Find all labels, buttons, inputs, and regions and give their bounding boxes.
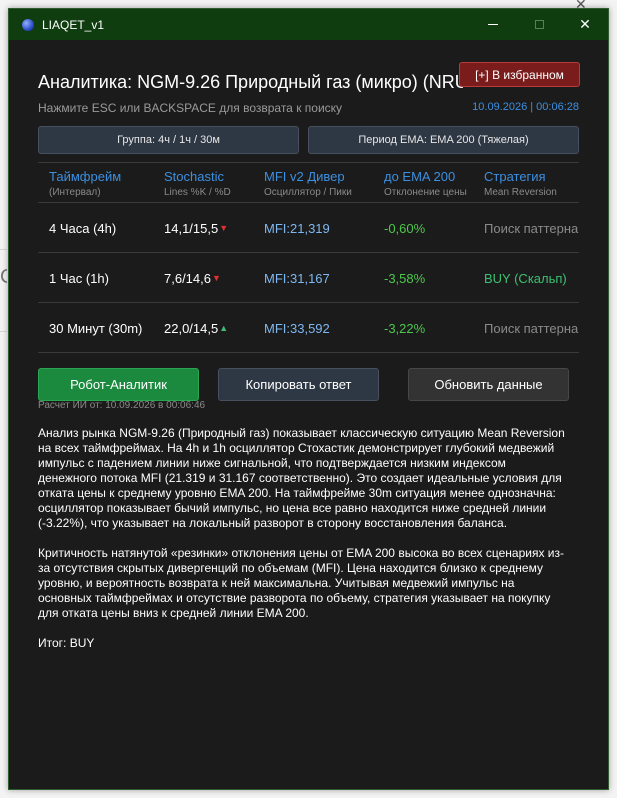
stochastic-value: 14,1/15,5 — [164, 220, 219, 236]
column-title: Стратегия — [484, 169, 546, 184]
column-header-ema-deviation: до EMA 200 Отклонение цены — [384, 169, 480, 198]
table-row: 4 Часа (4h) 14,1/15,5 ▼ MFI:21,319 -0,60%… — [38, 203, 579, 253]
ema-deviation-cell: -3,22% — [384, 320, 426, 336]
title-bar[interactable]: LIAQET_v1 ✕ — [9, 9, 608, 40]
column-title: Таймфрейм — [49, 169, 122, 184]
table-row: 1 Час (1h) 7,6/14,6 ▼ MFI:31,167 -3,58% B… — [38, 253, 579, 303]
group-selector-button[interactable]: Группа: 4ч / 1ч / 30м — [38, 126, 299, 154]
ai-calculation-time: Расчет ИИ от: 10.09.2026 в 00:06:46 — [38, 400, 206, 411]
ema-deviation-cell: -3,58% — [384, 270, 426, 286]
arrow-up-icon: ▲ — [219, 323, 229, 333]
strategy-cell: Поиск паттерна — [484, 320, 579, 336]
mfi-cell: MFI:31,167 — [264, 270, 330, 286]
app-window: LIAQET_v1 ✕ Аналитика: NGM-9.26 Природны… — [8, 8, 609, 790]
analysis-paragraph: Критичность натянутой «резинки» отклонен… — [38, 546, 565, 620]
column-header-timeframe: Таймфрейм (Интервал) — [49, 169, 161, 198]
navigation-hint: Нажмите ESC или BACKSPACE для возврата к… — [38, 101, 343, 115]
strategy-cell: BUY (Скальп) — [484, 270, 567, 286]
indicators-table: Таймфрейм (Интервал) Stochastic Lines %K… — [38, 162, 579, 353]
analysis-paragraph: Анализ рынка NGM-9.26 (Природный газ) по… — [38, 426, 565, 530]
timeframe-cell: 1 Час (1h) — [49, 270, 109, 286]
analysis-verdict: Итог: BUY — [38, 636, 95, 650]
mfi-cell: MFI:33,592 — [264, 320, 330, 336]
app-logo-icon — [22, 18, 34, 31]
robot-analyst-button[interactable]: Робот-Аналитик — [38, 368, 199, 401]
column-title: Stochastic — [164, 169, 224, 184]
background-text-fragment: C — [0, 266, 7, 289]
window-controls: ✕ — [470, 9, 608, 40]
background-close-icon: ✕ — [575, 0, 587, 8]
background-divider — [0, 331, 7, 332]
minimize-button[interactable] — [470, 9, 516, 40]
analysis-text: Анализ рынка NGM-9.26 (Природный газ) по… — [38, 426, 568, 666]
arrow-down-icon: ▼ — [212, 273, 221, 283]
window-title: LIAQET_v1 — [42, 17, 105, 32]
mfi-cell: MFI:21,319 — [264, 220, 330, 236]
column-title: MFI v2 Дивер — [264, 169, 345, 184]
maximize-button[interactable] — [516, 9, 562, 40]
stochastic-value: 7,6/14,6 — [164, 270, 211, 286]
maximize-icon — [534, 20, 544, 29]
favorite-button[interactable]: [+] В избранном — [459, 62, 580, 87]
minimize-icon — [488, 24, 498, 25]
ema-deviation-cell: -0,60% — [384, 220, 426, 236]
refresh-data-button[interactable]: Обновить данные — [408, 368, 569, 401]
page-title: Аналитика: NGM-9.26 Природный газ (микро… — [38, 72, 463, 92]
data-timestamp: 10.09.2026 | 00:06:28 — [472, 101, 579, 113]
column-subtitle: Lines %K / %D — [164, 187, 231, 198]
stochastic-cell: 14,1/15,5 ▼ — [164, 203, 260, 253]
close-button[interactable]: ✕ — [562, 9, 608, 40]
column-header-stochastic: Stochastic Lines %K / %D — [164, 169, 260, 198]
table-header: Таймфрейм (Интервал) Stochastic Lines %K… — [38, 163, 579, 203]
column-subtitle: (Интервал) — [49, 187, 101, 198]
timeframe-cell: 30 Минут (30m) — [49, 320, 143, 336]
close-icon: ✕ — [579, 16, 591, 32]
strategy-cell: Поиск паттерна — [484, 220, 579, 236]
column-title: до EMA 200 — [384, 169, 456, 184]
copy-answer-button[interactable]: Копировать ответ — [218, 368, 379, 401]
timeframe-cell: 4 Часа (4h) — [49, 220, 117, 236]
stochastic-cell: 7,6/14,6 ▼ — [164, 253, 260, 303]
column-header-mfi: MFI v2 Дивер Осциллятор / Пики — [264, 169, 380, 198]
background-divider — [0, 249, 7, 250]
column-subtitle: Отклонение цены — [384, 187, 467, 198]
arrow-down-icon: ▼ — [219, 223, 229, 233]
column-subtitle: Mean Reversion — [484, 187, 557, 198]
column-subtitle: Осциллятор / Пики — [264, 187, 352, 198]
ema-period-selector-button[interactable]: Период EMA: EMA 200 (Тяжелая) — [308, 126, 579, 154]
stochastic-cell: 22,0/14,5 ▲ — [164, 303, 260, 353]
table-row: 30 Минут (30m) 22,0/14,5 ▲ MFI:33,592 -3,… — [38, 303, 579, 353]
column-header-strategy: Стратегия Mean Reversion — [484, 169, 579, 198]
stochastic-value: 22,0/14,5 — [164, 320, 219, 336]
